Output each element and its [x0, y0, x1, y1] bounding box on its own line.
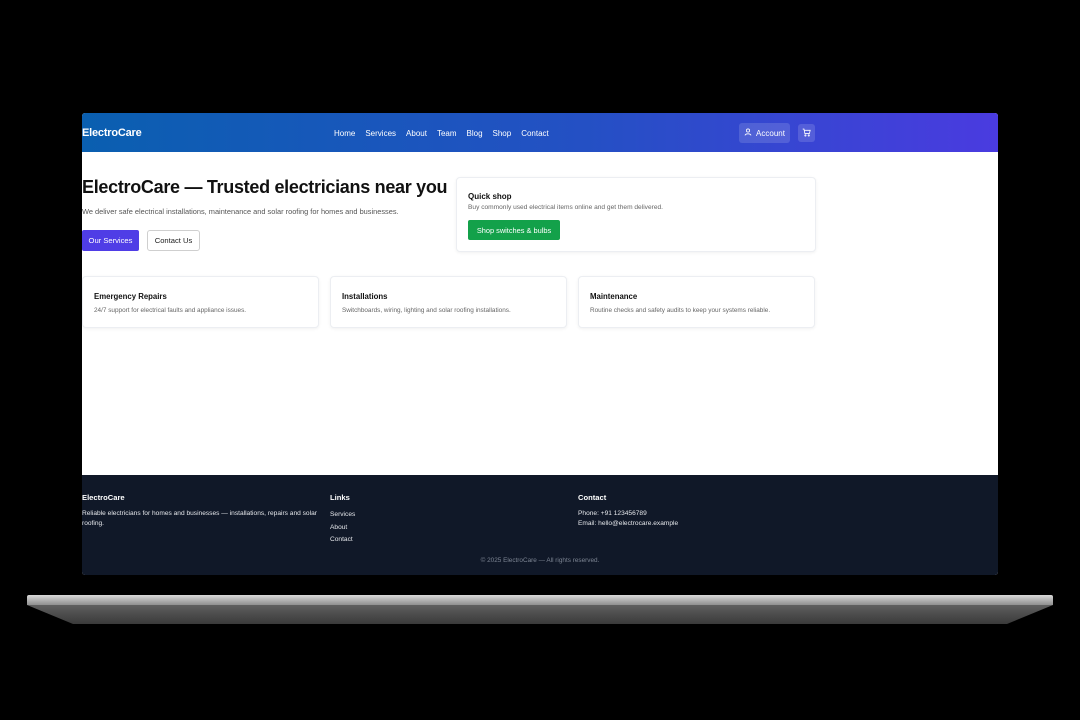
- site-header: ElectroCare Home Services About Team Blo…: [82, 113, 998, 152]
- footer-link-contact[interactable]: Contact: [330, 534, 530, 547]
- nav-home[interactable]: Home: [334, 129, 355, 138]
- footer-brand: ElectroCare: [82, 493, 125, 502]
- laptop-base: [27, 594, 1053, 625]
- nav-about[interactable]: About: [406, 129, 427, 138]
- footer-contact-heading: Contact: [578, 493, 607, 502]
- service-description: Switchboards, wiring, lighting and solar…: [342, 307, 511, 314]
- cart-icon: [802, 124, 811, 142]
- quick-shop-title: Quick shop: [468, 192, 512, 201]
- footer-about-column: ElectroCare Reliable electricians for ho…: [82, 493, 322, 529]
- site-footer: ElectroCare Reliable electricians for ho…: [82, 475, 998, 575]
- service-card-installations: Installations Switchboards, wiring, ligh…: [330, 276, 567, 328]
- service-description: 24/7 support for electrical faults and a…: [94, 307, 247, 314]
- quick-shop-description: Buy commonly used electrical items onlin…: [468, 204, 663, 211]
- our-services-button[interactable]: Our Services: [82, 230, 139, 251]
- nav-blog[interactable]: Blog: [467, 129, 483, 138]
- footer-phone: Phone: +91 123456789: [578, 510, 647, 517]
- account-label: Account: [756, 128, 785, 138]
- footer-contact-column: Contact Phone: +91 123456789 Email: hell…: [578, 493, 818, 529]
- service-card-maintenance: Maintenance Routine checks and safety au…: [578, 276, 815, 328]
- nav-team[interactable]: Team: [437, 129, 457, 138]
- shop-switches-button[interactable]: Shop switches & bulbs: [468, 220, 560, 240]
- brand-logo[interactable]: ElectroCare: [82, 127, 142, 139]
- service-title: Emergency Repairs: [94, 292, 167, 301]
- footer-link-services[interactable]: Services: [330, 509, 530, 522]
- service-card-emergency-repairs: Emergency Repairs 24/7 support for elect…: [82, 276, 319, 328]
- hero-subtitle: We deliver safe electrical installations…: [82, 207, 399, 216]
- nav-services[interactable]: Services: [365, 129, 396, 138]
- laptop-screen: ElectroCare Home Services About Team Blo…: [82, 113, 998, 575]
- quick-shop-card: Quick shop Buy commonly used electrical …: [456, 177, 816, 252]
- copyright-text: © 2025 ElectroCare — All rights reserved…: [480, 557, 600, 564]
- contact-us-button[interactable]: Contact Us: [147, 230, 200, 251]
- service-description: Routine checks and safety audits to keep…: [590, 307, 771, 314]
- footer-links-heading: Links: [330, 493, 350, 502]
- nav-contact[interactable]: Contact: [521, 129, 549, 138]
- footer-tagline: Reliable electricians for homes and busi…: [82, 510, 317, 527]
- service-title: Maintenance: [590, 292, 638, 301]
- nav-shop[interactable]: Shop: [493, 129, 512, 138]
- footer-links-column: Links Services About Contact: [330, 493, 530, 547]
- footer-email[interactable]: Email: hello@electrocare.example: [578, 519, 818, 529]
- hero-title: ElectroCare — Trusted electricians near …: [82, 177, 448, 197]
- main-nav: Home Services About Team Blog Shop Conta…: [334, 129, 549, 138]
- user-icon: [744, 128, 752, 138]
- service-title: Installations: [342, 292, 388, 301]
- account-button[interactable]: Account: [739, 123, 790, 143]
- cart-button[interactable]: [798, 124, 815, 142]
- footer-link-about[interactable]: About: [330, 522, 530, 535]
